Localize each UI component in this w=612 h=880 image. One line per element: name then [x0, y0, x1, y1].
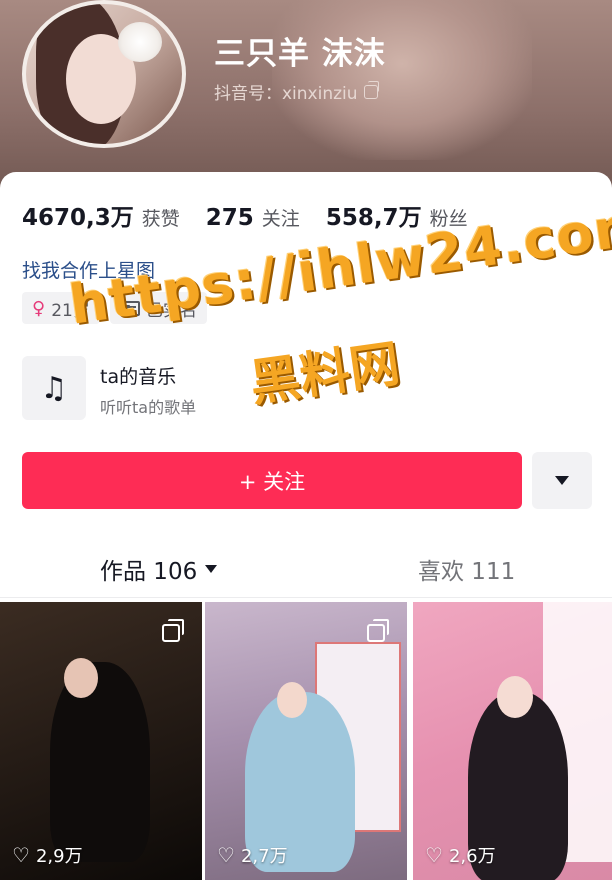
douyin-id[interactable]: 抖音号：xinxinziu [214, 79, 379, 104]
stat-value: 558,7万 [325, 205, 422, 231]
music-title[interactable]: ta的音乐 [100, 362, 176, 389]
video-likes: ♡ 2,9万 [12, 842, 83, 868]
chevron-down-icon [205, 565, 218, 573]
tab-likes[interactable]: 喜欢 111 [418, 552, 515, 586]
video-likes-count: 2,9万 [35, 846, 83, 867]
multi-image-icon [162, 619, 184, 642]
profile-card: 4670,3万 获赞 275 关注 558,7万 粉丝 找我合作上星图 ♀ 21… [0, 172, 612, 880]
video-grid: ♡ 2,9万 ♡ 2,7万 ♡ 2,6万 [0, 602, 612, 880]
music-entry[interactable]: ♫ [22, 356, 86, 420]
heart-icon: ♡ [425, 843, 443, 867]
stat-label: 获赞 [141, 208, 180, 230]
profile-name: 三只羊 沫沫 [214, 36, 386, 72]
stat-likes: 4670,3万 获赞 [22, 198, 180, 232]
douyin-id-text: 抖音号：xinxinziu [214, 84, 358, 104]
content-tabs: 作品 106 喜欢 111 [0, 542, 612, 598]
video-tile[interactable]: ♡ 2,7万 [205, 602, 407, 880]
multi-image-icon [367, 619, 389, 642]
tab-works-label: 作品 106 [100, 559, 198, 585]
stat-label: 关注 [261, 208, 300, 230]
video-likes-count: 2,7万 [240, 846, 288, 867]
stat-followers[interactable]: 558,7万 粉丝 [326, 198, 468, 232]
age-label: 21岁 [51, 300, 90, 321]
rose-ornament [118, 22, 162, 62]
female-icon: ♀ [32, 297, 46, 319]
video-likes-count: 2,6万 [448, 846, 496, 867]
tab-works[interactable]: 作品 106 [100, 552, 218, 586]
video-likes: ♡ 2,7万 [217, 842, 288, 868]
follow-button[interactable]: + 关注 [22, 452, 522, 509]
music-note-icon: ♫ [40, 370, 68, 406]
more-options-button[interactable] [532, 452, 592, 509]
stats-row: 4670,3万 获赞 275 关注 558,7万 粉丝 [22, 198, 494, 232]
video-tile[interactable]: ♡ 2,6万 [413, 602, 612, 880]
star-map-link[interactable]: 找我合作上星图 [22, 256, 155, 283]
age-tag: ♀ 21岁 [22, 292, 100, 324]
heart-icon: ♡ [12, 843, 30, 867]
id-card-icon [119, 300, 140, 316]
video-tile[interactable]: ♡ 2,9万 [0, 602, 202, 880]
stat-value: 4670,3万 [22, 205, 134, 231]
verified-label: 已实名 [145, 300, 197, 321]
stat-following[interactable]: 275 关注 [206, 204, 300, 231]
profile-tags: ♀ 21岁 已实名 [22, 292, 207, 324]
stat-value: 275 [205, 205, 254, 231]
video-likes: ♡ 2,6万 [425, 842, 496, 868]
music-subtitle: 听听ta的歌单 [100, 398, 197, 417]
verified-tag: 已实名 [109, 292, 207, 324]
copy-icon[interactable] [363, 80, 379, 99]
heart-icon: ♡ [217, 843, 235, 867]
avatar[interactable] [22, 0, 186, 148]
chevron-down-icon [555, 476, 569, 485]
stat-label: 粉丝 [429, 208, 468, 230]
